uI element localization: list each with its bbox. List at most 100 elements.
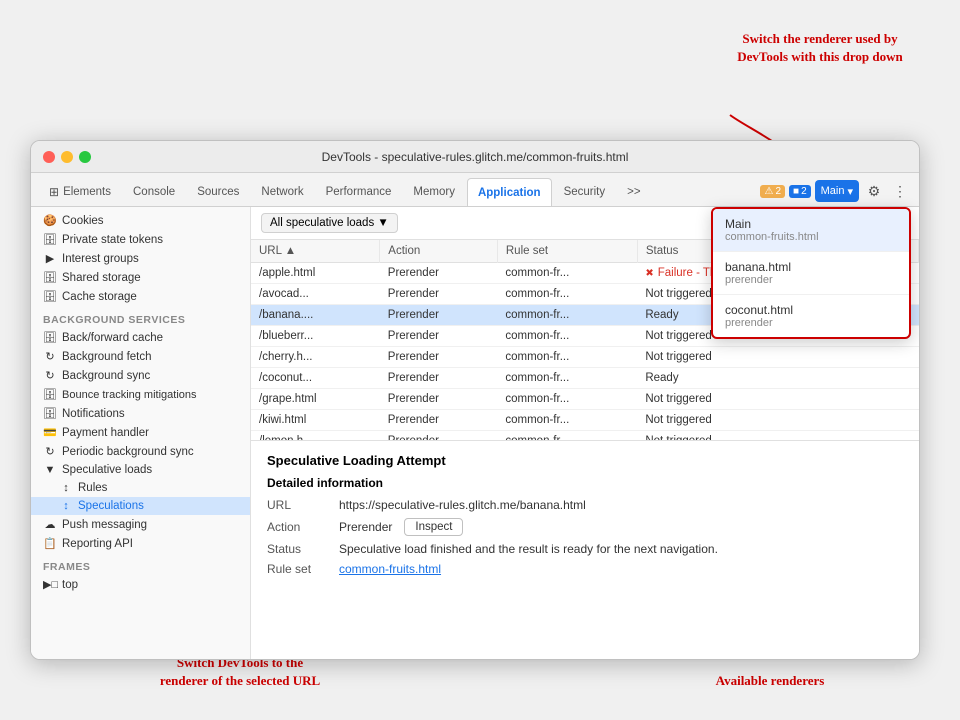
tab-sources-label: Sources [197, 186, 239, 198]
maximize-button[interactable] [79, 151, 91, 163]
sidebar-item-rules[interactable]: ↕ Rules [31, 479, 250, 497]
sidebar-item-background-sync[interactable]: ↻ Background sync [31, 366, 250, 385]
minimize-button[interactable] [61, 151, 73, 163]
tab-performance-label: Performance [326, 186, 392, 198]
tab-security[interactable]: Security [554, 178, 616, 206]
sidebar-item-cookies[interactable]: 🍪 Cookies [31, 211, 250, 230]
detail-url-value: https://speculative-rules.glitch.me/bana… [339, 498, 586, 512]
tab-network-label: Network [261, 186, 303, 198]
close-button[interactable] [43, 151, 55, 163]
renderer-option-sub: common-fruits.html [725, 231, 897, 243]
filter-select[interactable]: All speculative loads ▼ [261, 213, 398, 233]
table-cell-url: /cherry.h... [251, 347, 380, 368]
sidebar-item-bounce-tracking[interactable]: 🗄 Bounce tracking mitigations [31, 385, 250, 404]
col-action[interactable]: Action [380, 240, 498, 263]
tab-security-label: Security [564, 186, 606, 198]
sidebar-item-interest-groups-label: Interest groups [62, 253, 139, 265]
detail-ruleset-value[interactable]: common-fruits.html [339, 562, 441, 576]
table-cell-url: /coconut... [251, 368, 380, 389]
col-url[interactable]: URL ▲ [251, 240, 380, 263]
cookies-icon: 🍪 [43, 214, 57, 227]
table-row[interactable]: /grape.htmlPrerendercommon-fr...Not trig… [251, 389, 919, 410]
sidebar-item-shared-storage[interactable]: 🗄 Shared storage [31, 268, 250, 287]
table-cell-url: /apple.html [251, 263, 380, 284]
frames-section-label: Frames [31, 553, 250, 575]
table-cell-action: Prerender [380, 431, 498, 441]
sidebar-item-notifications[interactable]: 🗄 Notifications [31, 404, 250, 423]
warning-count: 2 [775, 186, 781, 197]
table-cell-url: /banana.... [251, 305, 380, 326]
tab-elements-label: Elements [63, 186, 111, 198]
detail-status-row: Status Speculative load finished and the… [267, 542, 903, 556]
bounce-tracking-icon: 🗄 [43, 388, 57, 401]
tab-memory-label: Memory [413, 186, 455, 198]
renderer-option-sub: prerender [725, 274, 897, 286]
notifications-icon: 🗄 [43, 407, 57, 420]
detail-action-row: Action Prerender Inspect [267, 518, 903, 536]
inspect-button[interactable]: Inspect [404, 518, 463, 536]
sidebar-item-shared-storage-label: Shared storage [62, 272, 141, 284]
detail-title: Speculative Loading Attempt [267, 453, 903, 468]
sidebar-item-speculations[interactable]: ↕ Speculations [31, 497, 250, 515]
sidebar-item-payment-handler[interactable]: 💳 Payment handler [31, 423, 250, 442]
filter-label: All speculative loads [270, 217, 374, 229]
settings-icon: ⚙ [868, 183, 881, 200]
table-cell-status: Not triggered [637, 347, 918, 368]
more-options-button[interactable]: ⋮ [889, 180, 911, 202]
back-forward-cache-icon: 🗄 [43, 331, 57, 344]
renderer-dropdown[interactable]: Main ▾ [815, 180, 859, 202]
settings-button[interactable]: ⚙ [863, 180, 885, 202]
reporting-api-icon: 📋 [43, 537, 57, 550]
sidebar-item-periodic-sync[interactable]: ↻ Periodic background sync [31, 442, 250, 461]
rules-icon: ↕ [59, 482, 73, 494]
sidebar-item-rules-label: Rules [78, 482, 107, 494]
table-row[interactable]: /coconut...Prerendercommon-fr...Ready [251, 368, 919, 389]
table-cell-action: Prerender [380, 347, 498, 368]
sidebar-item-back-forward-cache[interactable]: 🗄 Back/forward cache [31, 328, 250, 347]
sidebar-item-reporting-api-label: Reporting API [62, 538, 133, 550]
sidebar-item-reporting-api[interactable]: 📋 Reporting API [31, 534, 250, 553]
tab-console[interactable]: Console [123, 178, 185, 206]
table-cell-ruleset: common-fr... [497, 368, 637, 389]
table-row[interactable]: /lemon.h...Prerendercommon-fr...Not trig… [251, 431, 919, 441]
sidebar-item-speculations-label: Speculations [78, 500, 144, 512]
table-cell-ruleset: common-fr... [497, 326, 637, 347]
table-row[interactable]: /cherry.h...Prerendercommon-fr...Not tri… [251, 347, 919, 368]
elements-panel-icon: ⊞ [49, 185, 59, 199]
speculations-icon: ↕ [59, 500, 73, 512]
more-options-icon: ⋮ [893, 183, 907, 200]
renderer-option[interactable]: Maincommon-fruits.html [713, 209, 909, 252]
sidebar-item-cookies-label: Cookies [62, 215, 104, 227]
tab-more[interactable]: >> [617, 178, 650, 206]
detail-url-label: URL [267, 498, 327, 512]
sidebar-item-background-fetch-label: Background fetch [62, 351, 152, 363]
tab-performance[interactable]: Performance [316, 178, 402, 206]
table-cell-url: /kiwi.html [251, 410, 380, 431]
traffic-lights [43, 151, 91, 163]
table-cell-status: Not triggered [637, 431, 918, 441]
sidebar-item-interest-groups[interactable]: ▶ Interest groups [31, 249, 250, 268]
sidebar-item-speculative-loads[interactable]: ▼ Speculative loads [31, 461, 250, 479]
sidebar-item-background-fetch[interactable]: ↻ Background fetch [31, 347, 250, 366]
cache-storage-icon: 🗄 [43, 290, 57, 303]
renderer-option[interactable]: coconut.htmlprerender [713, 295, 909, 337]
tab-application-label: Application [478, 187, 541, 199]
sidebar-item-top[interactable]: ▶□ top [31, 575, 250, 594]
sidebar-item-private-state[interactable]: 🗄 Private state tokens [31, 230, 250, 249]
table-cell-ruleset: common-fr... [497, 305, 637, 326]
background-sync-icon: ↻ [43, 369, 57, 382]
table-row[interactable]: /kiwi.htmlPrerendercommon-fr...Not trigg… [251, 410, 919, 431]
sidebar-item-cache-storage[interactable]: 🗄 Cache storage [31, 287, 250, 306]
renderer-arrow-icon: ▾ [847, 185, 853, 198]
sidebar-item-push-messaging[interactable]: ☁ Push messaging [31, 515, 250, 534]
col-ruleset[interactable]: Rule set [497, 240, 637, 263]
tab-sources[interactable]: Sources [187, 178, 249, 206]
tab-memory[interactable]: Memory [403, 178, 465, 206]
table-cell-ruleset: common-fr... [497, 263, 637, 284]
tab-elements[interactable]: ⊞ Elements [39, 178, 121, 206]
info-icon: ■ [793, 186, 799, 197]
tab-network[interactable]: Network [251, 178, 313, 206]
tab-application[interactable]: Application [467, 178, 552, 206]
table-cell-action: Prerender [380, 410, 498, 431]
renderer-option[interactable]: banana.htmlprerender [713, 252, 909, 295]
